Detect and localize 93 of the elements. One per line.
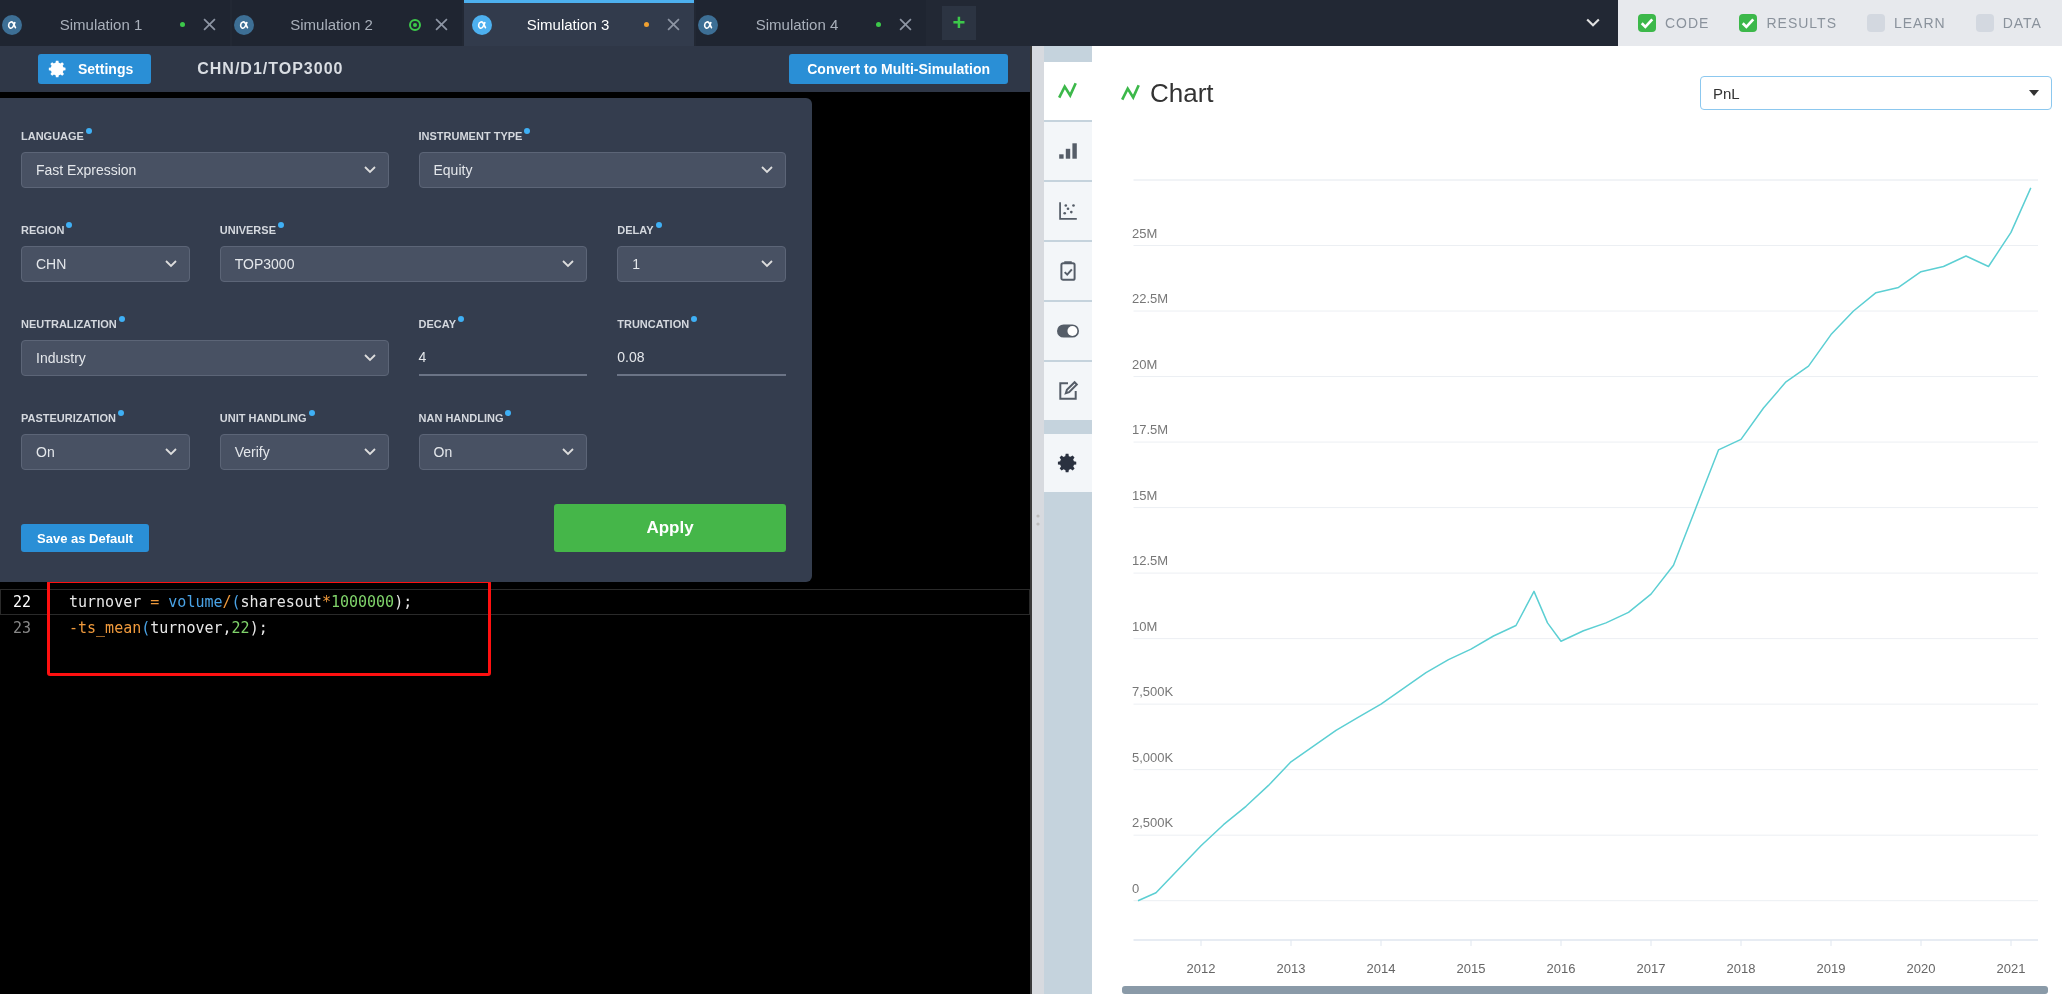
gear-icon	[48, 59, 68, 79]
scatter-plot-icon	[1057, 200, 1079, 222]
close-icon[interactable]	[203, 18, 216, 31]
y-axis-label: 17.5M	[1132, 422, 1169, 438]
alpha-logo-icon	[472, 14, 492, 35]
dropdown[interactable]: CHN	[21, 246, 190, 282]
field-label: INSTRUMENT TYPE	[418, 130, 523, 142]
tab-label: Simulation 2	[289, 16, 374, 33]
results-nav-item[interactable]	[1044, 434, 1092, 492]
y-axis-label: 22.5M	[1132, 291, 1169, 307]
y-axis-label: 7,500K	[1132, 684, 1174, 700]
code-line: turnover = volume/(sharesout*1000000);	[69, 593, 413, 611]
close-icon[interactable]	[899, 18, 912, 31]
alpha-logo-icon	[2, 14, 22, 35]
chevron-down-icon[interactable]	[1586, 18, 1600, 28]
results-nav-item[interactable]	[1044, 362, 1092, 420]
checkbox[interactable]	[1638, 14, 1656, 32]
simulation-path: CHN/D1/TOP3000	[197, 60, 345, 78]
x-axis-label: 2019	[1816, 961, 1846, 976]
field-label: LANGUAGE	[21, 130, 84, 142]
x-axis-label: 2014	[1366, 961, 1396, 976]
y-axis-label: 5,000K	[1132, 749, 1174, 765]
field-label: REGION	[21, 224, 65, 236]
metric-dropdown[interactable]: PnL	[1700, 76, 2052, 110]
x-axis-label: 2012	[1186, 961, 1216, 976]
chevron-down-icon	[164, 260, 177, 268]
y-axis-label: 25M	[1132, 225, 1158, 241]
dropdown[interactable]: On	[21, 434, 190, 470]
drag-handle-icon[interactable]	[1036, 514, 1040, 526]
dropdown[interactable]: Fast Expression	[21, 152, 389, 188]
y-axis-label: 20M	[1132, 356, 1158, 372]
bar-chart-icon	[1057, 140, 1079, 162]
tab-label: Simulation 1	[58, 16, 144, 33]
results-nav-item[interactable]	[1044, 302, 1092, 360]
chart-title: Chart	[1150, 77, 1215, 109]
convert-button[interactable]: Convert to Multi-Simulation	[789, 54, 1008, 84]
field-label: UNIT HANDLING	[219, 412, 307, 424]
x-axis-label: 2017	[1636, 961, 1666, 976]
close-icon[interactable]	[435, 18, 448, 31]
x-axis-label: 2021	[1996, 961, 2026, 976]
dropdown[interactable]: TOP3000	[219, 246, 588, 282]
y-axis-label: 10M	[1132, 618, 1158, 634]
input-field[interactable]: 4	[418, 340, 588, 376]
dropdown[interactable]: Verify	[219, 434, 389, 470]
alpha-logo-icon	[234, 14, 254, 35]
simulation-tab[interactable]: Simulation 3	[464, 0, 694, 46]
chevron-down-icon	[363, 354, 376, 362]
dropdown[interactable]: Equity	[418, 152, 786, 188]
x-axis-label: 2013	[1276, 961, 1306, 976]
line-number: 23	[11, 619, 32, 637]
y-axis-label: 2,500K	[1132, 815, 1174, 831]
checkbox[interactable]	[1739, 14, 1758, 32]
chevron-down-icon	[761, 260, 773, 268]
tab-label: Simulation 4	[754, 16, 840, 33]
x-axis-label: 2016	[1546, 961, 1576, 976]
dropdown[interactable]: Industry	[21, 340, 389, 376]
chevron-down-icon	[164, 448, 177, 456]
add-tab-button[interactable]: +	[942, 6, 976, 40]
line-number: 22	[11, 593, 32, 611]
field-label: NEUTRALIZATION	[21, 318, 117, 330]
dropdown[interactable]: On	[418, 434, 588, 470]
chevron-down-icon	[562, 260, 575, 268]
chevron-down-icon	[761, 166, 773, 174]
y-axis-label: 12.5M	[1132, 553, 1169, 569]
input-field[interactable]: 0.08	[617, 340, 786, 376]
close-icon[interactable]	[667, 18, 680, 31]
field-label: TRUNCATION	[617, 318, 690, 330]
alpha-logo-icon	[698, 14, 718, 35]
chevron-down-icon	[562, 448, 575, 456]
y-axis-label: 0	[1132, 880, 1140, 896]
settings-icon	[1057, 452, 1079, 474]
code-line: -ts_mean(turnover,22);	[69, 619, 268, 637]
range-scrollbar[interactable]	[1122, 986, 2048, 994]
dropdown[interactable]: 1	[617, 246, 786, 282]
field-label: PASTEURIZATION	[21, 412, 116, 424]
field-label: UNIVERSE	[219, 224, 276, 236]
save-default-button[interactable]: Save as Default	[21, 524, 150, 552]
settings-button[interactable]: Settings	[38, 54, 152, 84]
chevron-down-icon	[363, 448, 376, 456]
edit-icon	[1057, 380, 1079, 402]
clipboard-check-icon	[1057, 260, 1079, 282]
tab-label: Simulation 3	[525, 16, 611, 33]
x-axis-label: 2018	[1726, 961, 1756, 976]
y-axis-label: 15M	[1132, 487, 1158, 503]
field-label: DELAY	[617, 224, 654, 236]
results-nav-item[interactable]	[1044, 122, 1092, 180]
caret-icon	[2029, 90, 2039, 96]
chevron-down-icon	[363, 166, 376, 174]
x-axis-label: 2020	[1906, 961, 1936, 976]
field-label: DECAY	[418, 318, 456, 330]
results-nav-item[interactable]	[1044, 242, 1092, 300]
x-axis-label: 2015	[1456, 961, 1486, 976]
field-label: NAN HANDLING	[418, 412, 504, 424]
